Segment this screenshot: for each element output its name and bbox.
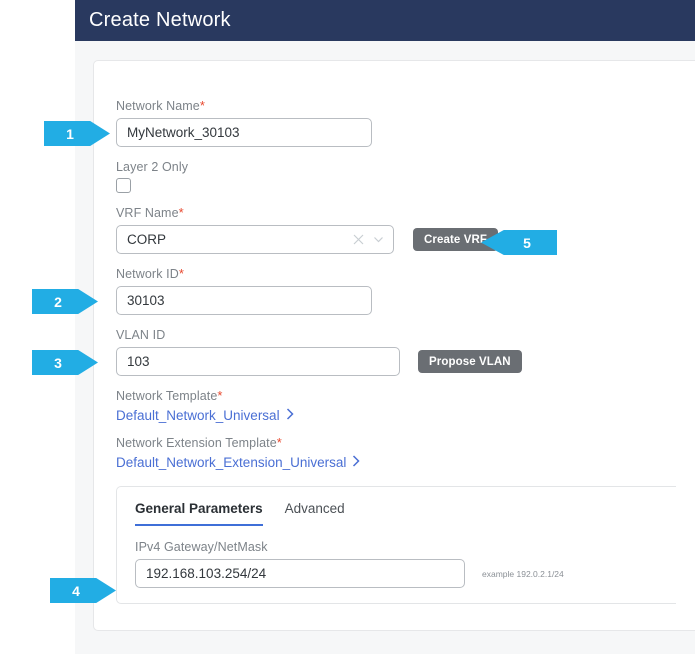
vrf-name-label-text: VRF Name <box>116 206 179 220</box>
ipv4-gateway-label: IPv4 Gateway/NetMask <box>135 540 268 554</box>
required-asterisk: * <box>199 98 206 113</box>
page-title: Create Network <box>89 9 231 31</box>
ipv4-gateway-field-group: IPv4 Gateway/NetMask 192.168.103.254/24 … <box>135 540 676 588</box>
network-id-label: Network ID* <box>116 267 695 281</box>
dialog-header: Create Network <box>75 0 695 41</box>
vlan-id-field-group: VLAN ID 103 Propose VLAN <box>116 328 695 376</box>
layer2-only-field-group: Layer 2 Only <box>116 160 695 193</box>
tab-advanced[interactable]: Advanced <box>285 501 345 526</box>
network-id-input[interactable]: 30103 <box>116 286 372 315</box>
create-network-dialog: Create Network Network Name* MyNetwork_3… <box>75 0 695 654</box>
network-extension-template-link[interactable]: Default_Network_Extension_Universal <box>116 455 695 470</box>
ipv4-gateway-example-hint: example 192.0.2.1/24 <box>482 568 564 579</box>
vrf-name-value: CORP <box>127 232 167 247</box>
layer2-only-checkbox[interactable] <box>116 178 131 193</box>
vrf-name-field-group: VRF Name* CORP Create VRF <box>116 206 695 254</box>
network-template-link[interactable]: Default_Network_Universal <box>116 408 695 423</box>
ipv4-gateway-row: 192.168.103.254/24 example 192.0.2.1/24 <box>135 559 676 588</box>
form-fields: Network Name* MyNetwork_30103 Layer 2 On… <box>116 99 695 630</box>
dialog-body: Network Name* MyNetwork_30103 Layer 2 On… <box>75 41 695 654</box>
chevron-right-icon <box>352 455 360 470</box>
vrf-name-icons <box>353 226 384 253</box>
network-extension-template-label: Network Extension Template* <box>116 436 695 450</box>
propose-vlan-button[interactable]: Propose VLAN <box>418 350 522 373</box>
vrf-name-label: VRF Name* <box>116 206 695 220</box>
network-template-value: Default_Network_Universal <box>116 408 280 423</box>
close-icon[interactable] <box>353 234 364 245</box>
required-asterisk: * <box>276 435 282 450</box>
required-asterisk: * <box>217 388 223 403</box>
vlan-id-label: VLAN ID <box>116 328 166 342</box>
chevron-right-icon <box>286 408 294 423</box>
vrf-name-select[interactable]: CORP <box>116 225 394 254</box>
network-extension-template-value: Default_Network_Extension_Universal <box>116 455 347 470</box>
network-name-field-group: Network Name* MyNetwork_30103 <box>116 99 695 147</box>
chevron-down-icon[interactable] <box>373 234 384 245</box>
network-name-label: Network Name* <box>116 99 695 113</box>
vlan-id-row: 103 Propose VLAN <box>116 347 695 376</box>
ipv4-gateway-input[interactable]: 192.168.103.254/24 <box>135 559 465 588</box>
required-asterisk: * <box>178 266 184 281</box>
network-id-field-group: Network ID* 30103 <box>116 267 695 315</box>
network-name-label-text: Network Name <box>116 99 200 113</box>
network-extension-template-label-text: Network Extension Template <box>116 436 277 450</box>
form-card: Network Name* MyNetwork_30103 Layer 2 On… <box>93 60 695 631</box>
tab-general-parameters[interactable]: General Parameters <box>135 501 263 526</box>
vlan-id-input[interactable]: 103 <box>116 347 400 376</box>
network-extension-template-field-group: Network Extension Template* Default_Netw… <box>116 436 695 470</box>
required-asterisk: * <box>178 205 184 220</box>
vrf-name-row: CORP Create VRF <box>116 225 695 254</box>
network-template-field-group: Network Template* Default_Network_Univer… <box>116 389 695 423</box>
network-template-label-text: Network Template <box>116 389 218 403</box>
network-name-input[interactable]: MyNetwork_30103 <box>116 118 372 147</box>
create-vrf-button[interactable]: Create VRF <box>413 228 498 251</box>
tab-strip: General Parameters Advanced <box>135 501 676 526</box>
network-id-label-text: Network ID <box>116 267 179 281</box>
network-template-label: Network Template* <box>116 389 695 403</box>
layer2-only-label: Layer 2 Only <box>116 160 189 174</box>
parameters-panel: General Parameters Advanced IPv4 Gateway… <box>116 486 676 604</box>
